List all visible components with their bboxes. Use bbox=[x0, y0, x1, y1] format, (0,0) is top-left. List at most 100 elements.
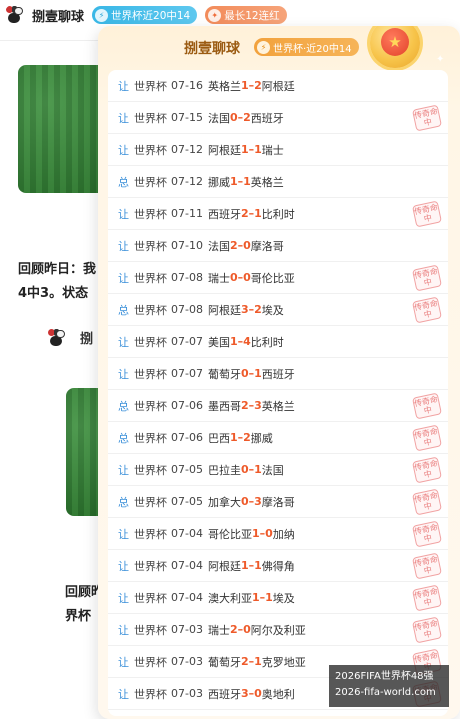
match-row[interactable]: 让世界杯 07-16 英格兰 1 – 2 阿根廷 bbox=[108, 70, 448, 102]
away-score: 1 bbox=[254, 559, 262, 572]
hit-stamp-icon: 传奇命中 bbox=[411, 104, 443, 132]
away-score: 2 bbox=[254, 303, 262, 316]
match-date: 07-11 bbox=[171, 207, 203, 220]
hit-stamp-icon: 传奇命中 bbox=[411, 264, 443, 292]
match-type: 让 bbox=[118, 271, 129, 285]
home-score: 2 bbox=[229, 239, 238, 252]
match-row[interactable]: 让世界杯 07-03 瑞士 2 – 0 阿尔及利亚 传奇命中 bbox=[108, 614, 448, 646]
match-league: 世界杯 bbox=[134, 495, 167, 509]
home-team: 葡萄牙 bbox=[207, 367, 241, 381]
match-league: 世界杯 bbox=[134, 463, 167, 477]
home-team: 澳大利亚 bbox=[207, 591, 252, 605]
match-row[interactable]: 让世界杯 07-04 哥伦比亚 1 – 0 加纳 传奇命中 bbox=[108, 518, 448, 550]
match-row[interactable]: 让世界杯 07-04 澳大利亚 1 – 1 埃及 传奇命中 bbox=[108, 582, 448, 614]
away-team: 英格兰 bbox=[261, 399, 295, 413]
away-score: 1 bbox=[254, 143, 262, 156]
home-score: 0 bbox=[240, 367, 249, 380]
match-row[interactable]: 总世界杯 07-12 挪威 1 – 1 英格兰 bbox=[108, 166, 448, 198]
flame-icon: ✦ bbox=[208, 8, 222, 22]
match-league: 世界杯 bbox=[134, 175, 167, 189]
away-score: 1 bbox=[254, 367, 262, 380]
match-date: 07-07 bbox=[171, 367, 203, 380]
home-team: 瑞士 bbox=[207, 271, 230, 285]
home-team: 英格兰 bbox=[207, 79, 241, 93]
match-type: 让 bbox=[118, 79, 129, 93]
match-row[interactable]: 让世界杯 07-15 法国 0 – 2 西班牙 传奇命中 bbox=[108, 102, 448, 134]
match-row[interactable]: 总世界杯 07-08 阿根廷 3 – 2 埃及 传奇命中 bbox=[108, 294, 448, 326]
match-row[interactable]: 让世界杯 07-07 葡萄牙 0 – 1 西班牙 bbox=[108, 358, 448, 390]
match-row[interactable]: 让世界杯 07-10 法国 2 – 0 摩洛哥 bbox=[108, 230, 448, 262]
streak-badge[interactable]: ✦ 最长12连红 bbox=[205, 6, 287, 24]
home-score: 3 bbox=[240, 303, 249, 316]
post-thumbnail[interactable] bbox=[18, 65, 110, 193]
match-row[interactable]: 让世界杯 07-08 瑞士 0 – 0 哥伦比亚 传奇命中 bbox=[108, 262, 448, 294]
match-row[interactable]: 让世界杯 07-11 西班牙 2 – 1 比利时 传奇命中 bbox=[108, 198, 448, 230]
match-type: 让 bbox=[118, 527, 129, 541]
match-row[interactable]: 让世界杯 07-12 阿根廷 1 – 1 瑞士 bbox=[108, 134, 448, 166]
hit-stamp-icon: 传奇命中 bbox=[411, 424, 443, 452]
mini-author-name[interactable]: 捌 bbox=[80, 328, 93, 347]
away-team: 哥伦比亚 bbox=[250, 271, 295, 285]
away-score: 1 bbox=[254, 655, 262, 668]
watermark-line1: 2026FIFA世界杯48强 bbox=[335, 671, 434, 682]
home-team: 瑞士 bbox=[207, 623, 230, 637]
author-avatar[interactable] bbox=[4, 4, 26, 26]
home-team: 西班牙 bbox=[207, 687, 241, 701]
away-team: 比利时 bbox=[250, 335, 284, 349]
mini-author-avatar[interactable] bbox=[46, 327, 66, 347]
away-team: 奥地利 bbox=[261, 687, 295, 701]
match-row[interactable]: 总世界杯 07-06 墨西哥 2 – 3 英格兰 传奇命中 bbox=[108, 390, 448, 422]
match-date: 07-15 bbox=[171, 111, 203, 124]
home-team: 巴拉圭 bbox=[207, 463, 241, 477]
away-team: 埃及 bbox=[261, 303, 284, 317]
match-date: 07-03 bbox=[171, 655, 203, 668]
away-team: 阿尔及利亚 bbox=[250, 623, 306, 637]
away-score: 1 bbox=[243, 175, 251, 188]
match-type: 让 bbox=[118, 559, 129, 573]
home-score: 1 bbox=[251, 527, 260, 540]
home-team: 加拿大 bbox=[207, 495, 241, 509]
match-league: 世界杯 bbox=[134, 559, 167, 573]
match-type: 让 bbox=[118, 367, 129, 381]
away-score: 4 bbox=[243, 335, 251, 348]
match-date: 07-16 bbox=[171, 79, 203, 92]
medal-icon: ★ bbox=[370, 26, 420, 68]
match-date: 07-10 bbox=[171, 239, 203, 252]
recap-text: 回顾昨日：我 4中3。状态 bbox=[18, 262, 97, 301]
home-team: 挪威 bbox=[207, 175, 230, 189]
match-date: 07-03 bbox=[171, 623, 203, 636]
away-team: 埃及 bbox=[272, 591, 295, 605]
record-badge[interactable]: ⚡ 世界杯近20中14 bbox=[92, 6, 198, 24]
away-team: 摩洛哥 bbox=[261, 495, 295, 509]
home-score: 2 bbox=[240, 399, 249, 412]
match-list[interactable]: 让世界杯 07-16 英格兰 1 – 2 阿根廷让世界杯 07-15 法国 0 – 2 西班牙传… bbox=[108, 70, 448, 716]
popup-header: 捌壹聊球 ⚡ 世界杯·近20中14 ★ ✦ bbox=[98, 26, 460, 68]
mini-author[interactable]: 捌 bbox=[46, 327, 93, 347]
hit-stamp-icon: 传奇命中 bbox=[411, 392, 443, 420]
match-league: 世界杯 bbox=[134, 591, 167, 605]
match-league: 世界杯 bbox=[134, 143, 167, 157]
home-score: 0 bbox=[229, 111, 238, 124]
home-score: 1 bbox=[229, 431, 238, 444]
home-team: 美国 bbox=[207, 335, 230, 349]
home-score: 1 bbox=[240, 559, 249, 572]
match-row[interactable]: 让世界杯 07-05 巴拉圭 0 – 1 法国 传奇命中 bbox=[108, 454, 448, 486]
home-team: 法国 bbox=[207, 239, 230, 253]
author-name[interactable]: 捌壹聊球 bbox=[32, 6, 84, 25]
match-league: 世界杯 bbox=[134, 527, 167, 541]
match-row[interactable]: 让世界杯 07-04 阿根廷 1 – 1 佛得角 传奇命中 bbox=[108, 550, 448, 582]
match-row[interactable]: 总世界杯 07-05 加拿大 0 – 3 摩洛哥 传奇命中 bbox=[108, 486, 448, 518]
away-team: 摩洛哥 bbox=[250, 239, 284, 253]
home-score: 3 bbox=[240, 687, 249, 700]
hit-stamp-icon: 传奇命中 bbox=[411, 616, 443, 644]
match-row[interactable]: 让世界杯 07-07 美国 1 – 4 比利时 bbox=[108, 326, 448, 358]
lightning-icon: ⚡ bbox=[257, 40, 270, 54]
match-date: 07-04 bbox=[171, 591, 203, 604]
home-score: 2 bbox=[240, 655, 249, 668]
match-type: 总 bbox=[118, 495, 129, 509]
match-row[interactable]: 总世界杯 07-06 巴西 1 – 2 挪威 传奇命中 bbox=[108, 422, 448, 454]
match-date: 07-08 bbox=[171, 303, 203, 316]
match-date: 07-05 bbox=[171, 463, 203, 476]
away-score: 3 bbox=[254, 399, 262, 412]
streak-badge-label: 最长12连红 bbox=[224, 9, 280, 22]
